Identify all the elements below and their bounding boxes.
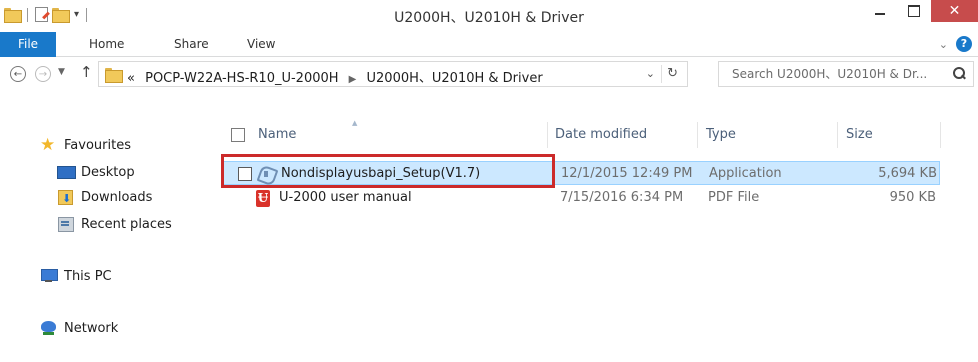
breadcrumb-item[interactable]: POCP-W22A-HS-R10_U-2000H [145,71,338,86]
nav-item-label: Favourites [64,137,131,153]
recent-places-icon [57,216,75,232]
address-dropdown-icon[interactable]: ⌄ [646,67,655,80]
nav-this-pc[interactable]: This PC [40,265,112,287]
column-header-name[interactable]: Name [258,127,296,142]
search-icon[interactable] [953,67,965,79]
recent-locations-dropdown-icon[interactable]: ▼ [58,67,65,77]
window-title: U2000H、U2010H & Driver [394,10,584,26]
nav-item-recent-places[interactable]: Recent places [57,213,172,235]
nav-favourites[interactable]: ★ Favourites [40,134,131,156]
nav-network[interactable]: Network [40,317,118,339]
desktop-icon [57,164,76,180]
ribbon-right-controls: ⌄ ? [939,36,972,52]
breadcrumb-item[interactable]: U2000H、U2010H & Driver [367,71,543,86]
file-type: Application [709,166,782,181]
nav-item-label: Recent places [81,216,172,232]
search-box [718,61,974,87]
nav-item-label: Downloads [81,189,153,205]
column-header-date-modified[interactable]: Date modified [555,127,647,142]
address-divider [661,65,662,83]
tab-file[interactable]: File [0,32,56,57]
window-controls: ✕ [863,0,978,22]
ribbon-tabs: File Home Share View ⌄ ? [0,32,978,57]
expand-ribbon-chevron-down-icon[interactable]: ⌄ [939,38,948,51]
folder-icon [105,68,123,83]
file-type: PDF File [708,190,760,205]
pdf-icon: Ʉ [256,190,270,207]
forward-button[interactable]: → [35,66,51,82]
file-name: U-2000 user manual [279,190,412,205]
breadcrumb-separator-icon[interactable]: ▶ [349,74,357,85]
downloads-icon [57,189,75,205]
nav-item-label: This PC [64,268,112,284]
breadcrumb: « POCP-W22A-HS-R10_U-2000H ▶ U2000H、U201… [127,67,543,86]
navigation-pane: ★ Favourites Desktop Downloads Recent pl… [0,128,220,362]
network-icon [40,320,58,336]
nav-item-label: Desktop [81,164,135,180]
navigation-row: ← → ▼ ↑ « POCP-W22A-HS-R10_U-2000H ▶ U20… [0,58,978,90]
column-divider[interactable] [837,122,838,148]
breadcrumb-overflow[interactable]: « [127,71,135,86]
tab-view[interactable]: View [247,32,275,57]
sort-ascending-icon: ▲ [352,119,358,127]
back-button[interactable]: ← [10,66,26,82]
column-divider[interactable] [940,122,941,148]
tab-home[interactable]: Home [89,32,124,57]
maximize-button[interactable] [897,0,931,22]
nav-item-downloads[interactable]: Downloads [57,186,152,208]
column-header-row: ▲ Name Date modified Type Size [220,118,978,154]
up-button[interactable]: ↑ [80,63,93,81]
computer-icon [40,268,58,284]
star-icon: ★ [40,135,56,155]
column-divider[interactable] [697,122,698,148]
file-row[interactable]: Ʉ U-2000 user manual 7/15/2016 6:34 PM P… [220,187,940,211]
refresh-icon[interactable]: ↻ [667,66,678,81]
close-button[interactable]: ✕ [931,0,978,22]
file-size: 950 KB [889,190,936,205]
minimize-button[interactable] [863,0,897,22]
file-date-modified: 12/1/2015 12:49 PM [561,166,693,181]
tab-share[interactable]: Share [174,32,209,57]
file-size: 5,694 KB [878,166,937,181]
search-input[interactable] [719,62,947,86]
title-bar: ▾ U2000H、U2010H & Driver ✕ [0,0,978,32]
column-divider[interactable] [547,122,548,148]
column-header-type[interactable]: Type [706,127,736,142]
nav-item-desktop[interactable]: Desktop [57,161,135,183]
address-bar[interactable]: « POCP-W22A-HS-R10_U-2000H ▶ U2000H、U201… [98,61,688,87]
help-icon[interactable]: ? [956,36,972,52]
select-all-checkbox[interactable] [231,128,245,142]
nav-item-label: Network [64,320,119,336]
column-header-size[interactable]: Size [846,127,873,142]
highlight-annotation [221,154,555,188]
file-date-modified: 7/15/2016 6:34 PM [560,190,684,205]
